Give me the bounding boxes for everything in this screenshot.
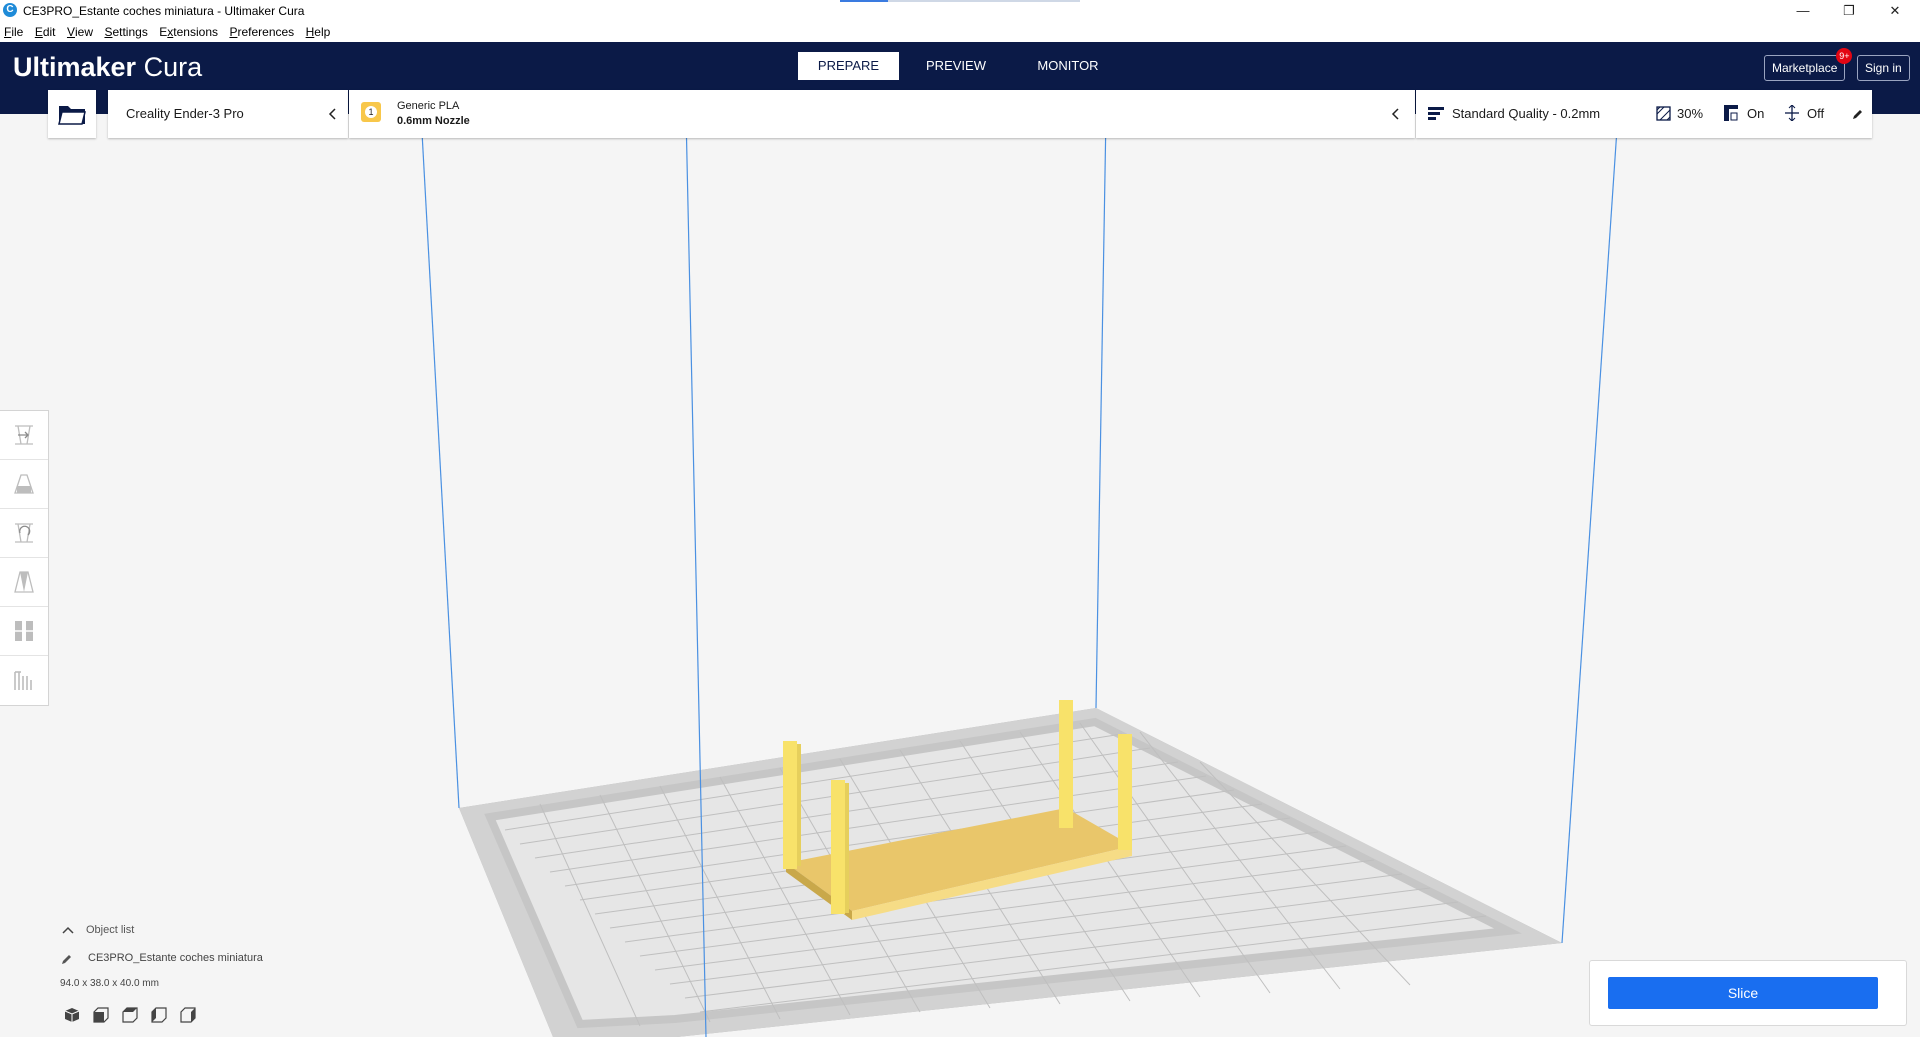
tab-monitor[interactable]: MONITOR <box>1018 52 1118 80</box>
menu-settings[interactable]: Settings <box>104 22 147 39</box>
tool-strip <box>0 410 49 706</box>
menu-view[interactable]: View <box>67 22 93 39</box>
support-icon <box>1724 105 1738 121</box>
move-tool-icon <box>15 425 33 445</box>
chevron-left-icon[interactable] <box>1391 108 1401 120</box>
menu-bar: File Edit View Settings Extensions Prefe… <box>0 22 1920 42</box>
adhesion-value: Off <box>1807 106 1825 121</box>
sign-in-button[interactable]: Sign in <box>1857 55 1910 81</box>
infill-value: 30% <box>1677 106 1704 121</box>
view-left-icon[interactable] <box>151 1007 167 1023</box>
adhesion-icon <box>1785 105 1799 121</box>
menu-extensions[interactable]: Extensions <box>159 22 218 39</box>
mirror-tool-icon <box>14 571 34 593</box>
loading-bar <box>840 0 1080 2</box>
printer-name: Creality Ender-3 Pro <box>126 106 244 121</box>
support-value: On <box>1747 106 1765 121</box>
object-list-header[interactable]: Object list <box>86 924 134 936</box>
window-title: CE3PRO_Estante coches miniatura - Ultima… <box>23 4 305 18</box>
menu-help[interactable]: Help <box>306 22 331 39</box>
marketplace-label: Marketplace <box>1772 61 1838 75</box>
mirror-tool[interactable] <box>0 558 48 607</box>
open-file-button[interactable] <box>48 90 96 138</box>
per-model-settings-icon <box>15 621 33 641</box>
object-dimensions: 94.0 x 38.0 x 40.0 mm <box>60 978 159 989</box>
support-blocker-tool[interactable] <box>0 656 48 704</box>
per-model-settings-tool[interactable] <box>0 607 48 656</box>
object-list-item[interactable]: CE3PRO_Estante coches miniatura <box>88 952 263 964</box>
tab-preview[interactable]: PREVIEW <box>906 52 1006 80</box>
chevron-up-icon[interactable] <box>62 926 74 934</box>
material-selector[interactable]: 1 Generic PLA 0.6mm Nozzle <box>349 90 1415 138</box>
infill-icon <box>1656 106 1671 121</box>
material-name: Generic PLA <box>397 100 460 112</box>
quality-icon <box>1428 107 1444 120</box>
menu-preferences[interactable]: Preferences <box>229 22 294 39</box>
menu-file[interactable]: File <box>4 22 23 39</box>
chevron-left-icon[interactable] <box>328 108 338 120</box>
pencil-icon[interactable] <box>1852 108 1864 120</box>
scale-tool[interactable] <box>0 460 48 509</box>
folder-icon <box>58 106 86 125</box>
view-3d-icon[interactable] <box>64 1007 80 1023</box>
marketplace-button[interactable]: Marketplace 9+ <box>1764 48 1853 81</box>
app-logo: Ultimaker Cura <box>13 52 202 83</box>
tab-prepare[interactable]: PREPARE <box>798 52 899 80</box>
printer-selector[interactable]: Creality Ender-3 Pro <box>108 90 348 138</box>
extruder-number: 1 <box>365 106 377 118</box>
logo-bold: Ultimaker <box>13 52 137 82</box>
quality-profile: Standard Quality - 0.2mm <box>1452 106 1601 121</box>
move-tool[interactable] <box>0 411 48 460</box>
3d-viewport[interactable] <box>0 114 1920 1037</box>
extruder-badge: 1 <box>361 102 381 122</box>
window-titlebar: C CE3PRO_Estante coches miniatura - Ulti… <box>0 0 1920 22</box>
cura-app-icon: C <box>3 3 17 17</box>
print-settings-selector[interactable]: Standard Quality - 0.2mm 30% On Off <box>1416 90 1872 138</box>
view-front-icon[interactable] <box>93 1007 109 1023</box>
action-panel: Slice <box>1589 960 1907 1026</box>
slice-button[interactable]: Slice <box>1608 977 1878 1009</box>
minimize-button[interactable]: — <box>1780 0 1826 22</box>
marketplace-badge: 9+ <box>1836 48 1853 64</box>
nozzle-size: 0.6mm Nozzle <box>397 115 470 127</box>
rotate-tool[interactable] <box>0 509 48 558</box>
rotate-tool-icon <box>15 523 33 543</box>
menu-edit[interactable]: Edit <box>35 22 56 39</box>
close-button[interactable]: ✕ <box>1872 0 1918 22</box>
pencil-icon <box>62 955 71 964</box>
scale-tool-icon <box>14 474 34 494</box>
view-top-icon[interactable] <box>122 1007 138 1023</box>
logo-light: Cura <box>143 52 203 82</box>
object-list-panel: Object list CE3PRO_Estante coches miniat… <box>58 918 418 1028</box>
support-blocker-icon <box>14 671 32 690</box>
view-right-icon[interactable] <box>180 1007 196 1023</box>
maximize-button[interactable]: ❐ <box>1826 0 1872 22</box>
